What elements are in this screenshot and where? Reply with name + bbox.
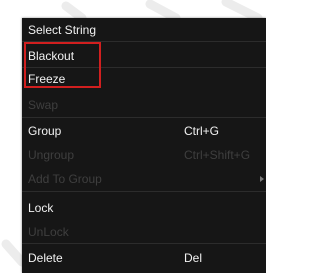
menu-separator [22, 243, 266, 244]
screenshot-page: Select String Blackout Freeze Swap Group… [0, 0, 266, 273]
menu-item-label: Ungroup [28, 148, 75, 162]
context-menu: Select String Blackout Freeze Swap Group… [22, 18, 266, 273]
annotation-highlight-box [24, 42, 101, 88]
menu-separator [22, 117, 266, 118]
menu-item-label: Add To Group [28, 172, 102, 186]
menu-item-group[interactable]: Group Ctrl+G [22, 120, 266, 142]
menu-item-delete[interactable]: Delete Del [22, 247, 266, 269]
menu-item-label: Delete [28, 251, 63, 265]
menu-item-label: Group [28, 124, 62, 138]
menu-item-select-string[interactable]: Select String [22, 19, 266, 41]
menu-item-add-to-group: Add To Group [22, 168, 266, 190]
menu-item-lock[interactable]: Lock [22, 197, 266, 219]
menu-separator [22, 191, 266, 192]
menu-item-label: Swap [28, 98, 59, 112]
menu-item-shortcut: Del [184, 251, 203, 265]
menu-item-swap: Swap [22, 94, 266, 116]
menu-item-ungroup: Ungroup Ctrl+Shift+G [22, 144, 266, 166]
menu-item-shortcut: Ctrl+G [184, 124, 220, 138]
menu-item-shortcut: Ctrl+Shift+G [184, 148, 251, 162]
menu-item-label: Select String [28, 23, 97, 37]
chevron-right-icon [260, 176, 264, 182]
menu-item-label: Lock [28, 201, 54, 215]
menu-item-unlock: UnLock [22, 221, 266, 243]
menu-item-label: UnLock [28, 225, 69, 239]
